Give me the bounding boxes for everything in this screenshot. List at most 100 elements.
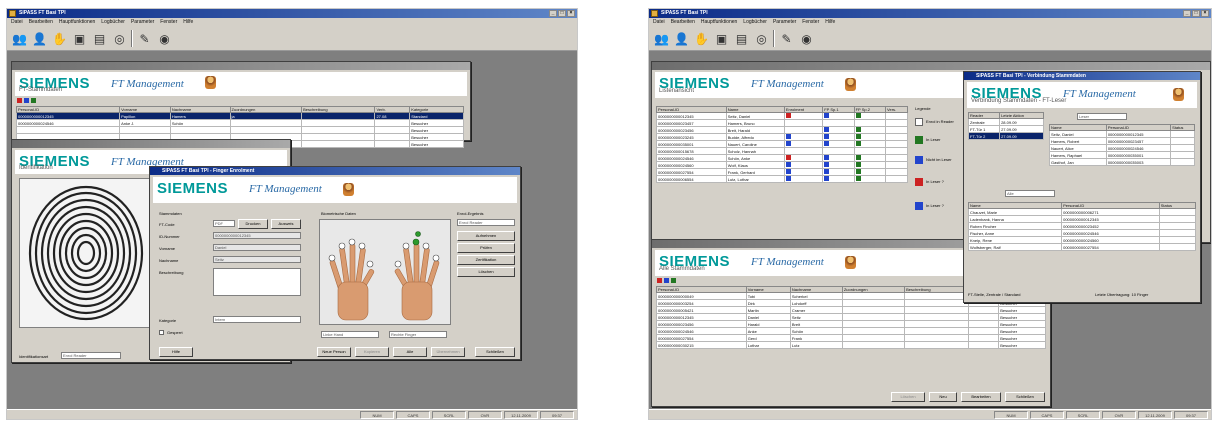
- apply-button[interactable]: Übernehmen: [431, 347, 465, 357]
- tree-item[interactable]: Zentrale 28.09.09: [967, 118, 1044, 126]
- delete-icon[interactable]: [657, 278, 662, 283]
- new-button[interactable]: Neu: [929, 392, 957, 402]
- table-row[interactable]: Fischer, Anne 0000000000024546: [967, 229, 1197, 237]
- identification-type-select[interactable]: Enrol Reader: [61, 352, 121, 359]
- disc-icon[interactable]: ◎: [111, 30, 128, 47]
- person-icon[interactable]: 👤: [673, 30, 690, 47]
- table-row[interactable]: 0000000000015678 Scholz, Hannah: [656, 147, 908, 155]
- table-row[interactable]: 0000000000027554 Frank, Gerhard: [656, 168, 908, 176]
- menu-logs[interactable]: Logbücher: [743, 18, 767, 27]
- close-window-button[interactable]: Schließen: [1005, 392, 1045, 402]
- left-hand-select[interactable]: Linke Hand: [321, 331, 379, 338]
- minimize-button[interactable]: _: [549, 10, 557, 17]
- table-row[interactable]: Chauvet, Marie 0000000000006271: [967, 208, 1197, 216]
- hands-icon[interactable]: ✋: [51, 30, 68, 47]
- menu-edit[interactable]: Bearbeiten: [29, 18, 53, 27]
- menu-file[interactable]: Datei: [11, 18, 23, 27]
- menu-functions[interactable]: Hauptfunktionen: [59, 18, 95, 27]
- device-icon[interactable]: ▣: [71, 30, 88, 47]
- new-icon[interactable]: [664, 278, 669, 283]
- enrol-result-select[interactable]: Enrol Reader: [457, 219, 515, 226]
- table-row[interactable]: 0000000000012345 Seitz, Daniel: [656, 112, 908, 120]
- minimize-button[interactable]: _: [1183, 10, 1191, 17]
- table-row[interactable]: 0000000000012345 Papillon Hamers ja 27.08 Sta…: [15, 112, 464, 120]
- table-row[interactable]: Besucher: [15, 126, 464, 134]
- delete-icon[interactable]: [17, 98, 22, 103]
- verify-button[interactable]: Prüfen: [457, 243, 515, 253]
- table-row[interactable]: 0000000000005421 Martin Cramer Besucher: [656, 306, 1046, 314]
- table-row[interactable]: 0000000000023456 Harald Breit Besucher: [656, 320, 1046, 328]
- table-row[interactable]: 0000000000023457 Hamers, Bruno: [656, 119, 908, 127]
- menu-help[interactable]: Hilfe: [825, 18, 835, 27]
- close-dialog-button[interactable]: Schließen: [475, 347, 515, 357]
- menu-window[interactable]: Fenster: [160, 18, 177, 27]
- table-row[interactable]: Nauert, Alice 0000000000024546: [1049, 144, 1195, 152]
- book-icon[interactable]: ✎: [136, 30, 153, 47]
- table-row[interactable]: 0000000000030215 Lothar Lutz Besucher: [656, 341, 1046, 349]
- table-row[interactable]: Wolfsberger, Ralf 0000000000027554: [967, 243, 1197, 251]
- description-field[interactable]: [213, 268, 301, 296]
- table-row[interactable]: 0000000000012345 Daniel Seitz Besucher: [656, 313, 1046, 321]
- reader-filter-select[interactable]: Leser: [1077, 113, 1127, 120]
- table-row[interactable]: 0000000000024546 Schön, Anke: [656, 154, 908, 162]
- menu-window[interactable]: Fenster: [802, 18, 819, 27]
- id-number-field[interactable]: 0000000000012345: [213, 232, 301, 239]
- table-row[interactable]: Kneip, Rene 0000000000024560: [967, 236, 1197, 244]
- building-icon[interactable]: ▤: [91, 30, 108, 47]
- table-row[interactable]: 0000000000024546 Anke Schön Besucher: [656, 327, 1046, 335]
- menu-edit[interactable]: Bearbeiten: [671, 18, 695, 27]
- new-person-button[interactable]: Neue Person: [317, 347, 351, 357]
- table-row[interactable]: 0000000000023245 Budde, Alfredo: [656, 133, 908, 141]
- delete-button[interactable]: Löschen: [891, 392, 925, 402]
- delete-button[interactable]: Löschen: [457, 267, 515, 277]
- globe-icon[interactable]: ◉: [156, 30, 173, 47]
- lastname-field[interactable]: Seitz: [213, 256, 301, 263]
- table-row[interactable]: 0000000000024560 Wolf, Klaus: [656, 161, 908, 169]
- maximize-button[interactable]: □: [1192, 10, 1200, 17]
- hands-icon[interactable]: ✋: [693, 30, 710, 47]
- book-icon[interactable]: ✎: [778, 30, 795, 47]
- print-button[interactable]: Drucken: [238, 219, 268, 229]
- locked-checkbox[interactable]: [159, 330, 164, 335]
- menu-parameters[interactable]: Parameter: [131, 18, 154, 27]
- edit-button[interactable]: Bearbeiten: [961, 392, 1001, 402]
- close-button[interactable]: ×: [1201, 10, 1209, 17]
- capture-button[interactable]: Aufnehmen: [457, 231, 515, 241]
- maximize-button[interactable]: □: [558, 10, 566, 17]
- all-button[interactable]: Alle: [393, 347, 427, 357]
- table-row[interactable]: Ladenbank, Hanna 0000000000012345: [967, 215, 1197, 223]
- tree-item[interactable]: FT-Tür 2 27.09.09: [967, 132, 1044, 140]
- menu-parameters[interactable]: Parameter: [773, 18, 796, 27]
- table-row[interactable]: Ruben Fincher 0000000000023452: [967, 222, 1197, 230]
- badge-button[interactable]: Ausweis: [271, 219, 301, 229]
- firstname-field[interactable]: Daniel: [213, 244, 301, 251]
- building-icon[interactable]: ▤: [733, 30, 750, 47]
- table-row[interactable]: 0000000000024546 Anke J. Schön Besucher: [15, 119, 464, 127]
- table-row[interactable]: Seitz, Daniel 0000000000012345: [1049, 130, 1195, 138]
- table-row[interactable]: 0000000000006554 Lutz, Lothar: [656, 175, 908, 183]
- edit-icon[interactable]: [31, 98, 36, 103]
- table-row[interactable]: 0000000000023456 Breit, Harald: [656, 126, 908, 134]
- menu-functions[interactable]: Hauptfunktionen: [701, 18, 737, 27]
- table-row[interactable]: Hamers, Robert 0000000000023457: [1049, 137, 1195, 145]
- copy-button[interactable]: Kopieren: [355, 347, 389, 357]
- device-icon[interactable]: ▣: [713, 30, 730, 47]
- person-icon[interactable]: 👤: [31, 30, 48, 47]
- category-select[interactable]: Intern: [213, 316, 301, 323]
- ftcode-field[interactable]: PDF: [213, 220, 235, 227]
- edit-icon[interactable]: [671, 278, 676, 283]
- table-row[interactable]: Hamers, Raphael 0000000000035001: [1049, 151, 1195, 159]
- help-button[interactable]: Hilfe: [159, 347, 193, 357]
- close-button[interactable]: ×: [567, 10, 575, 17]
- table-row[interactable]: Gasthof, Jan 0000000000035003: [1049, 158, 1195, 166]
- new-icon[interactable]: [24, 98, 29, 103]
- menu-logs[interactable]: Logbücher: [101, 18, 125, 27]
- menu-help[interactable]: Hilfe: [183, 18, 193, 27]
- tree-item[interactable]: FT-Tür 1 27.09.09: [967, 125, 1044, 133]
- certify-button[interactable]: Zertifikation: [457, 255, 515, 265]
- users-icon[interactable]: 👥: [653, 30, 670, 47]
- table-row[interactable]: 0000000000027554 Gerd Frank Besucher: [656, 334, 1046, 342]
- people-filter-select[interactable]: Alle: [1005, 190, 1055, 197]
- disc-icon[interactable]: ◎: [753, 30, 770, 47]
- menu-file[interactable]: Datei: [653, 18, 665, 27]
